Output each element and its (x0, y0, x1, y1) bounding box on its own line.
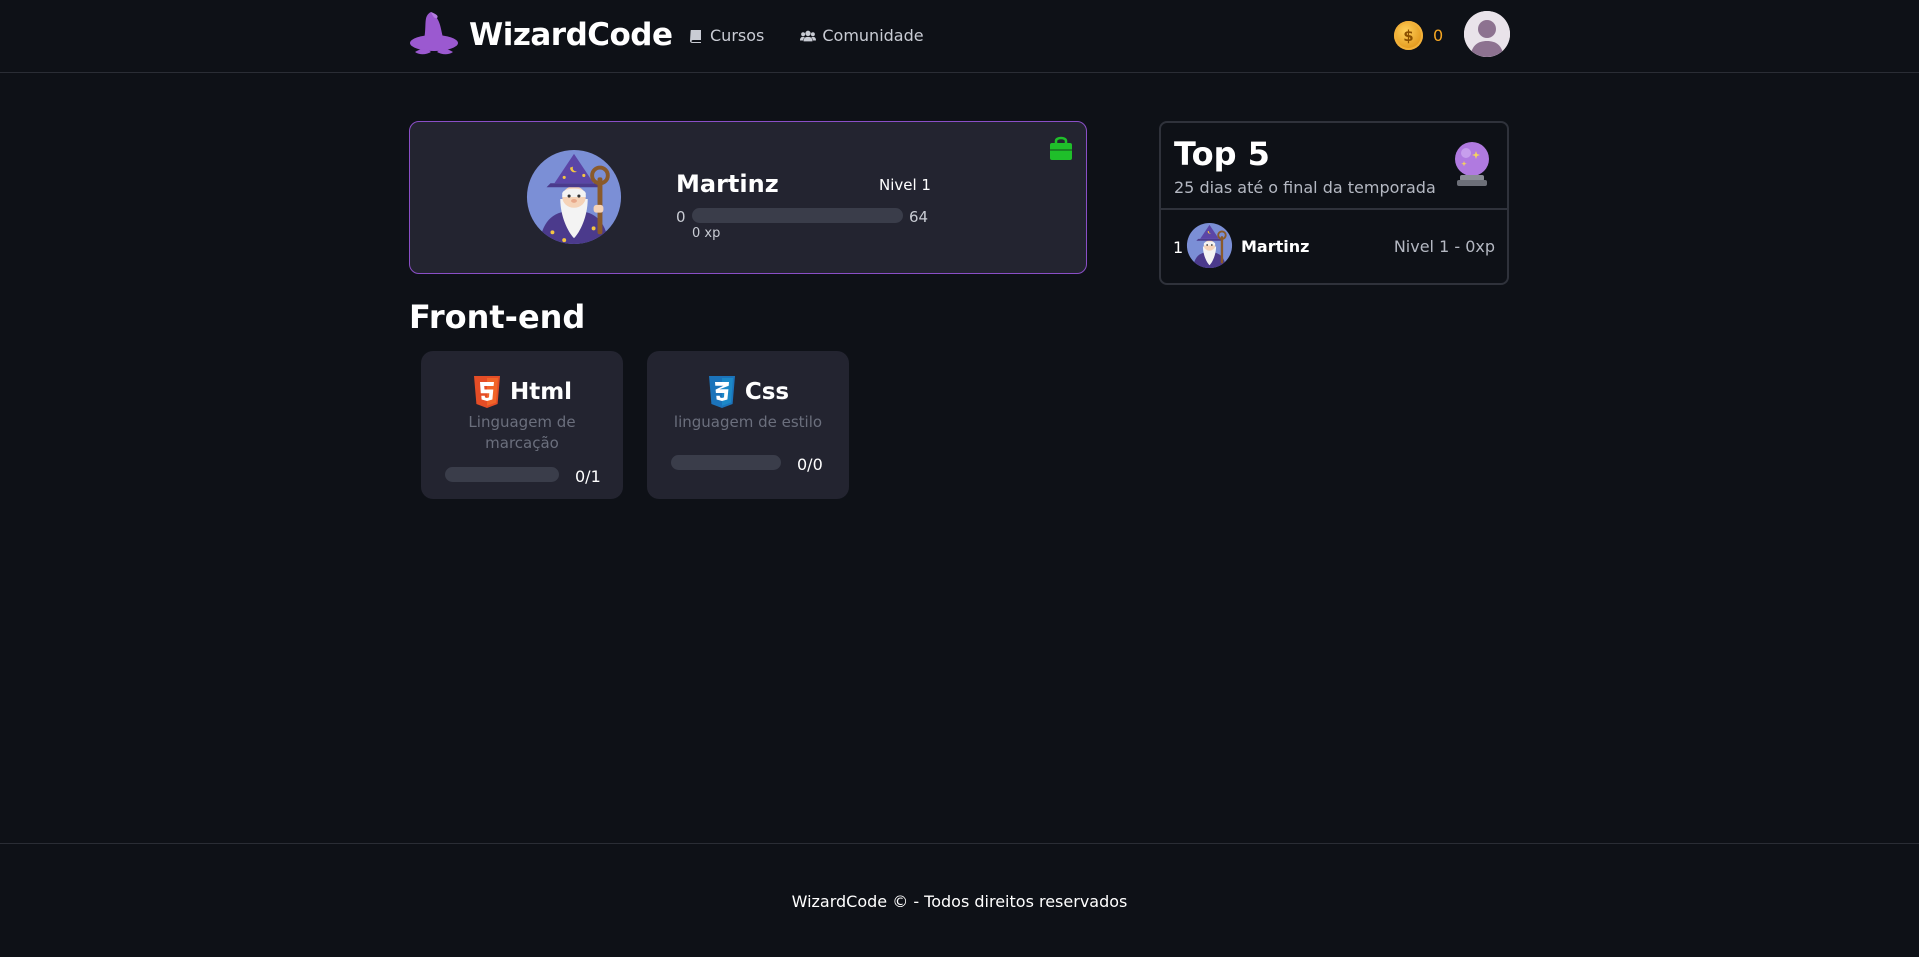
xp-progress-bar (692, 208, 903, 223)
course-progress-count: 0/1 (575, 467, 601, 486)
course-description: linguagem de estilo (673, 413, 823, 431)
leaderboard-level: Nivel 1 - 0xp (1393, 237, 1495, 256)
xp-current: 0 xp (692, 226, 721, 241)
main-nav: Cursos Comunidade (688, 26, 924, 45)
coin-balance[interactable]: $ 0 (1394, 21, 1443, 50)
course-progress-bar (671, 455, 781, 470)
css3-icon (708, 376, 735, 408)
course-header: Css (647, 375, 849, 409)
nav-comunidade-label: Comunidade (822, 26, 924, 45)
course-progress-count: 0/0 (797, 455, 823, 474)
brand-name: WizardCode (469, 17, 673, 53)
user-avatar[interactable] (1464, 11, 1510, 57)
leaderboard-subtitle: 25 dias até o final da temporada (1174, 178, 1436, 197)
profile-card: Martinz Nivel 1 0 64 0 xp (409, 121, 1087, 274)
coin-icon: $ (1394, 21, 1423, 50)
leaderboard-title: Top 5 (1174, 135, 1270, 173)
wizard-avatar-icon (526, 149, 622, 245)
coin-count: 0 (1433, 26, 1444, 45)
nav-cursos-label: Cursos (710, 26, 765, 45)
course-header: Html (421, 375, 623, 409)
wizard-hat-icon (410, 12, 458, 55)
avatar-placeholder-icon (1464, 11, 1510, 57)
course-name: Html (509, 379, 573, 405)
xp-min: 0 (676, 208, 686, 226)
leaderboard-card: Top 5 25 dias até o final da temporada 1 (1159, 121, 1509, 285)
footer-copyright: WizardCode © - Todos direitos reservados (791, 892, 1128, 911)
top-navbar: WizardCode Cursos Comunidade $ 0 (0, 0, 1919, 73)
profile-name: Martinz (676, 170, 779, 198)
leaderboard-entry[interactable]: 1 Martinz Nivel 1 - 0xp (1161, 210, 1507, 283)
course-progress-bar (445, 467, 559, 482)
course-name: Css (744, 379, 790, 405)
footer: WizardCode © - Todos direitos reservados (0, 843, 1919, 957)
html5-icon (473, 376, 500, 408)
profile-level: Nivel 1 (879, 176, 931, 194)
users-icon (800, 30, 817, 41)
section-title: Front-end (409, 298, 586, 336)
xp-max: 64 (909, 208, 929, 226)
shopping-bag-icon[interactable] (1047, 134, 1075, 162)
leaderboard-rank: 1 (1173, 238, 1184, 257)
wizard-avatar-icon (1186, 222, 1233, 269)
nav-cursos[interactable]: Cursos (688, 26, 764, 45)
book-icon (690, 29, 701, 43)
nav-comunidade[interactable]: Comunidade (800, 26, 924, 45)
course-description: Linguagem de marcação (468, 413, 576, 452)
brand-logo[interactable]: WizardCode (409, 10, 673, 60)
course-card-html[interactable]: Html Linguagem de marcação 0/1 (421, 351, 623, 499)
crystal-ball-icon (1455, 142, 1489, 186)
course-card-css[interactable]: Css linguagem de estilo 0/0 (647, 351, 849, 499)
leaderboard-name: Martinz (1241, 237, 1310, 256)
